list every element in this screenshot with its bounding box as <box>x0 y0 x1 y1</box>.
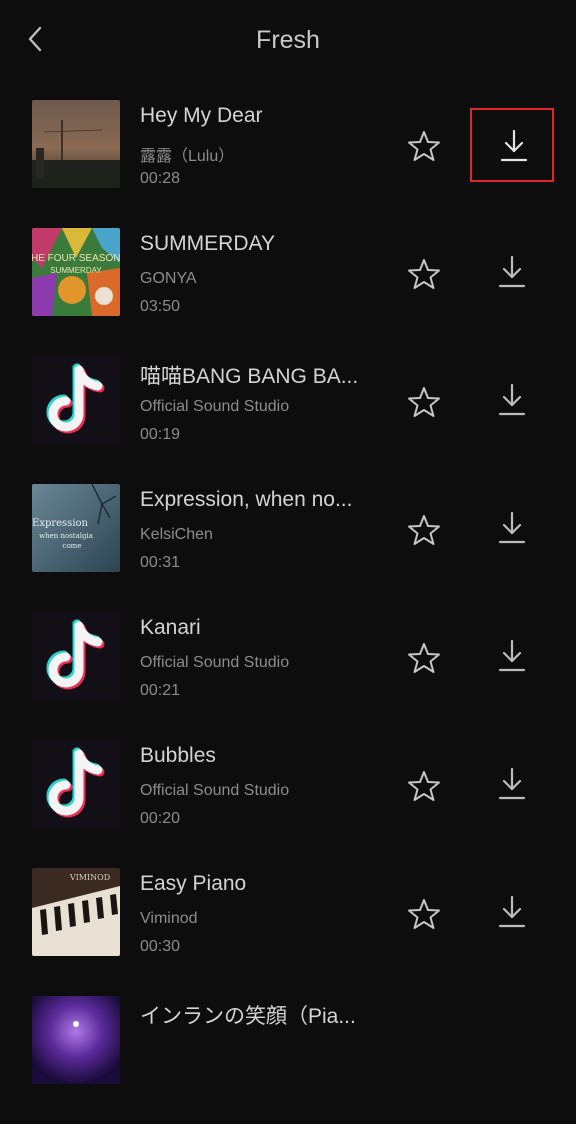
song-artist: GONYA <box>140 270 197 287</box>
cover-text: THE FOUR SEASONS <box>32 253 120 264</box>
song-row[interactable]: Expression when nostalgia come Expressio… <box>0 484 576 612</box>
song-cover: VIMINOD <box>32 868 120 956</box>
song-row[interactable]: THE FOUR SEASONS SUMMERDAY SUMMERDAY GON… <box>0 228 576 356</box>
download-icon <box>498 895 526 928</box>
song-cover: THE FOUR SEASONS SUMMERDAY <box>32 228 120 316</box>
cover-text: come <box>63 542 82 550</box>
song-cover <box>32 100 120 188</box>
song-artist: 露露（Lulu） <box>140 148 235 165</box>
download-icon <box>498 511 526 544</box>
star-icon <box>408 899 440 929</box>
download-icon <box>500 129 528 162</box>
download-button[interactable] <box>470 364 554 438</box>
favorite-button[interactable] <box>406 512 442 548</box>
song-artist: Official Sound Studio <box>140 398 290 415</box>
song-duration: 00:21 <box>140 682 181 699</box>
download-button[interactable] <box>470 876 554 950</box>
song-row[interactable]: Kanari Official Sound Studio 00:21 <box>0 612 576 740</box>
song-artist: KelsiChen <box>140 526 213 543</box>
favorite-button[interactable] <box>406 384 442 420</box>
song-row[interactable]: Bubbles Official Sound Studio 00:20 <box>0 740 576 868</box>
star-icon <box>408 259 440 289</box>
download-icon <box>498 255 526 288</box>
song-artist: Viminod <box>140 910 198 927</box>
song-artist: Official Sound Studio <box>140 654 290 671</box>
song-title: SUMMERDAY <box>140 232 275 255</box>
favorite-button[interactable] <box>406 640 442 676</box>
song-title: Hey My Dear <box>140 104 263 127</box>
star-icon <box>408 771 440 801</box>
song-duration: 00:20 <box>140 810 181 827</box>
song-title: 喵喵BANG BANG BA... <box>140 365 359 388</box>
song-duration: 00:30 <box>140 938 181 955</box>
song-duration: 00:31 <box>140 554 181 571</box>
song-list: Hey My Dear 露露（Lulu） 00:28 THE FOUR SEAS… <box>0 100 576 1124</box>
page-title: Fresh <box>256 26 320 54</box>
song-title: インランの笑顔（Pia... <box>140 1005 356 1028</box>
favorite-button[interactable] <box>406 768 442 804</box>
star-icon <box>408 643 440 673</box>
download-button[interactable] <box>470 108 554 182</box>
cover-text: SUMMERDAY <box>50 266 102 275</box>
song-row[interactable]: 喵喵BANG BANG BA... Official Sound Studio … <box>0 356 576 484</box>
song-row[interactable]: VIMINOD Easy Piano Viminod 00:30 <box>0 868 576 996</box>
song-title: Expression, when no... <box>140 488 353 511</box>
download-button[interactable] <box>470 492 554 566</box>
song-title: Easy Piano <box>140 872 247 895</box>
cover-text: VIMINOD <box>69 873 110 882</box>
download-button[interactable] <box>470 620 554 694</box>
song-title: Bubbles <box>140 744 216 767</box>
download-icon <box>498 383 526 416</box>
song-duration: 00:19 <box>140 426 181 443</box>
song-duration: 00:28 <box>140 170 181 187</box>
song-cover <box>32 740 120 828</box>
song-cover <box>32 612 120 700</box>
favorite-button[interactable] <box>406 896 442 932</box>
song-row[interactable]: インランの笑顔（Pia... <box>0 996 576 1124</box>
cover-text: when nostalgia <box>39 532 93 540</box>
download-icon <box>498 767 526 800</box>
song-cover <box>32 996 120 1084</box>
song-cover <box>32 356 120 444</box>
star-icon <box>408 515 440 545</box>
star-icon <box>408 387 440 417</box>
star-icon <box>408 131 440 161</box>
cover-text: Expression <box>32 518 89 529</box>
header: Fresh <box>0 0 576 84</box>
download-icon <box>498 639 526 672</box>
song-row[interactable]: Hey My Dear 露露（Lulu） 00:28 <box>0 100 576 228</box>
favorite-button[interactable] <box>406 128 442 164</box>
song-cover: Expression when nostalgia come <box>32 484 120 572</box>
song-title: Kanari <box>140 616 201 639</box>
download-button[interactable] <box>470 748 554 822</box>
download-button[interactable] <box>470 236 554 310</box>
song-duration: 03:50 <box>140 298 181 315</box>
favorite-button[interactable] <box>406 256 442 292</box>
song-artist: Official Sound Studio <box>140 782 290 799</box>
